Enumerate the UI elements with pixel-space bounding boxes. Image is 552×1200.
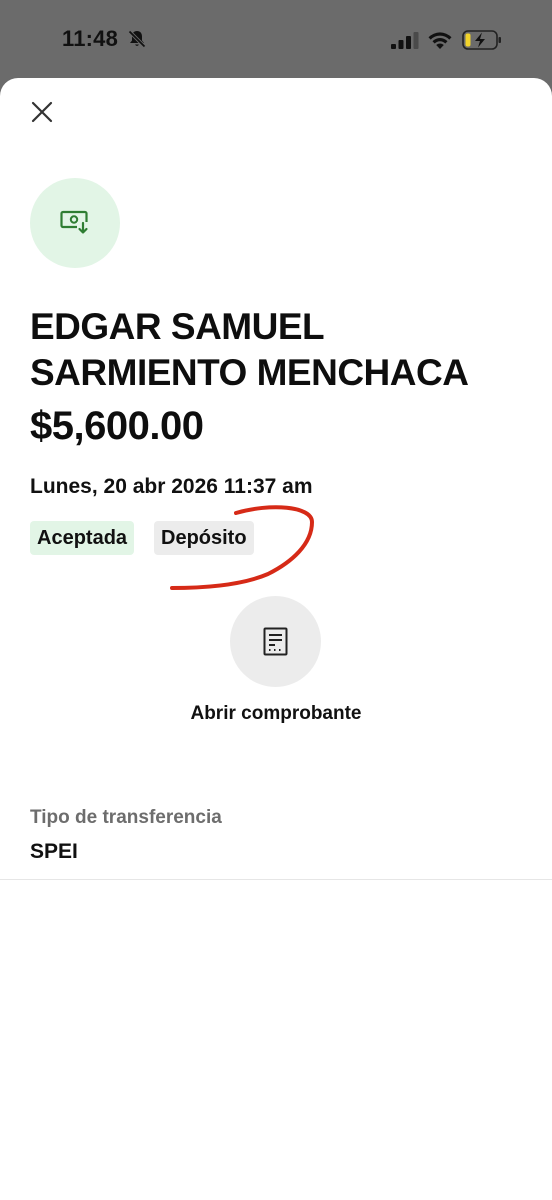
transaction-amount: $5,600.00 [30,404,204,448]
transaction-datetime: Lunes, 20 abr 2026 11:37 am [30,475,313,498]
transfer-type-label: Tipo de transferencia [30,807,222,828]
status-bar: 11:48 [0,0,552,78]
type-badge: Depósito [154,521,254,555]
receipt-icon [263,627,288,656]
transaction-detail-sheet: EDGAR SAMUEL SARMIENTO MENCHACA $5,600.0… [0,78,552,1200]
status-time: 11:48 [62,26,119,51]
close-button[interactable] [28,98,56,126]
close-icon [31,101,53,123]
open-receipt-label[interactable]: Abrir comprobante [0,703,552,725]
transfer-type-value: SPEI [30,840,78,863]
cellular-signal-icon [391,32,419,49]
open-receipt-button[interactable] [230,596,321,687]
battery-charging-icon [462,30,501,50]
money-deposit-icon [60,210,90,236]
divider [0,879,552,880]
status-badge: Aceptada [30,521,135,555]
bell-muted-icon [127,29,147,49]
transaction-icon-badge [30,178,120,268]
wifi-icon [428,32,452,49]
recipient-name: EDGAR SAMUEL SARMIENTO MENCHACA [30,306,469,393]
